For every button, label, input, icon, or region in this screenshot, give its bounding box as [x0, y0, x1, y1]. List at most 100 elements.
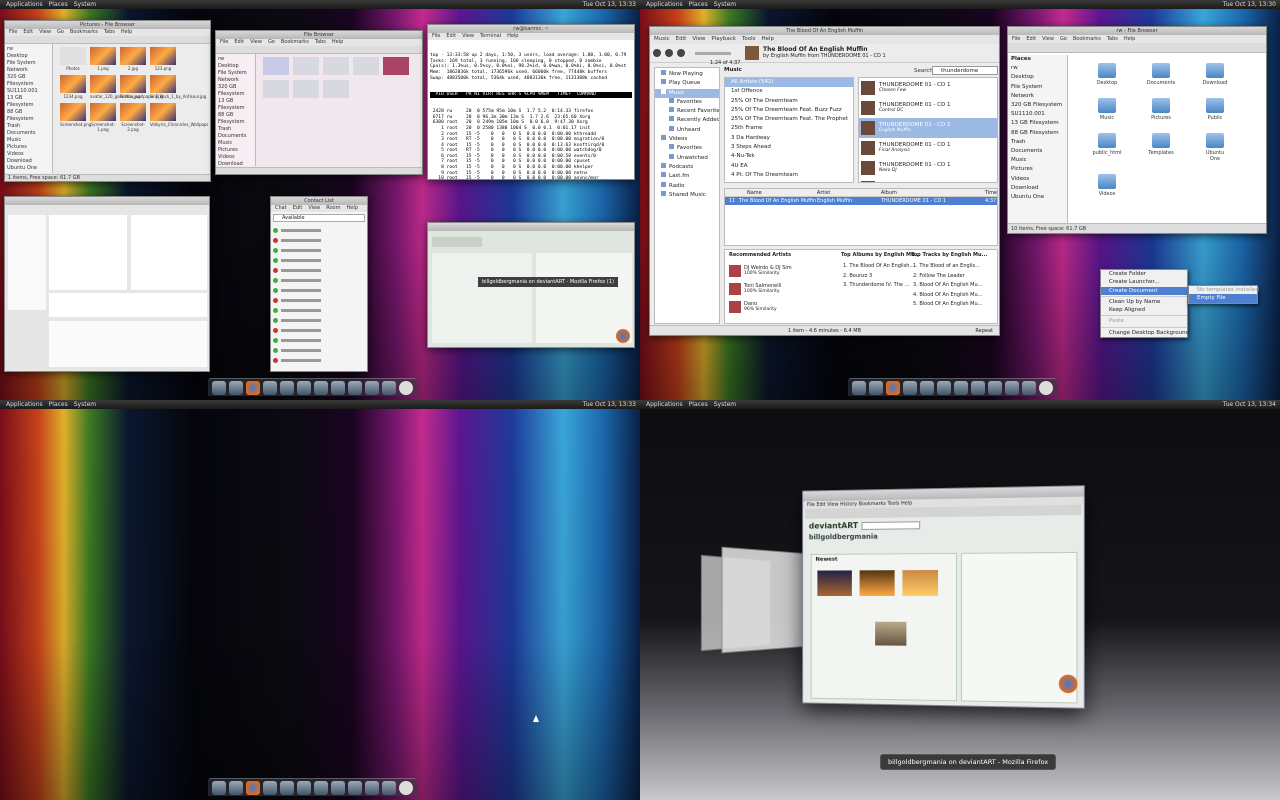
- panel-clock[interactable]: Tue Oct 13, 13:33: [583, 401, 636, 408]
- picture-file[interactable]: Screenshot-2.png: [120, 103, 146, 132]
- dock-app-icon[interactable]: [280, 380, 294, 395]
- dock-app-icon[interactable]: [382, 780, 396, 795]
- picture-file[interactable]: 1234.png: [60, 75, 86, 99]
- top-track-item[interactable]: 3. Blood Of An English Mu...: [913, 281, 982, 291]
- system-menu[interactable]: System: [74, 1, 96, 8]
- rhythmbox-window-thumb[interactable]: [4, 196, 210, 372]
- artist-item[interactable]: 4 Pt. Of The Dreemteam: [725, 171, 853, 180]
- dock-app-icon[interactable]: [365, 780, 379, 795]
- picture-file[interactable]: 1.png: [90, 47, 116, 71]
- deviation-thumb[interactable]: [859, 570, 895, 597]
- dock-app-icon[interactable]: [1005, 380, 1019, 395]
- firefox-icon[interactable]: [246, 780, 260, 795]
- applications-menu[interactable]: Applications: [6, 1, 43, 8]
- menu-item[interactable]: View: [692, 35, 705, 44]
- contact-row[interactable]: [273, 306, 365, 315]
- place-item[interactable]: SU1110.001: [1011, 110, 1067, 119]
- system-menu[interactable]: System: [714, 401, 736, 408]
- file-browser-window[interactable]: File Browser File Edit View Go Bookmarks Tabs…: [215, 30, 423, 175]
- menu-item[interactable]: Go: [1060, 35, 1067, 43]
- place-item[interactable]: Desktop: [1011, 73, 1067, 82]
- dock-app-icon[interactable]: [297, 780, 311, 795]
- dock-app-icon[interactable]: [229, 780, 243, 795]
- contact-row[interactable]: [273, 286, 365, 295]
- source-item[interactable]: Recent Favorites: [655, 107, 719, 116]
- picture-file[interactable]: Firefox_wallpaper.png: [120, 75, 163, 99]
- artist-item[interactable]: 3 Steps Ahead: [725, 143, 853, 152]
- folder-item[interactable]: Templates: [1146, 133, 1176, 162]
- deviation-thumb[interactable]: [875, 621, 907, 646]
- place-item[interactable]: 13 GB Filesystem: [1011, 119, 1067, 128]
- folder-item[interactable]: public_html: [1092, 133, 1122, 162]
- menu-item[interactable]: View: [1042, 35, 1054, 43]
- folder-item[interactable]: Public: [1200, 98, 1230, 121]
- picture-file[interactable]: avatar_120_galactica.jpg: [90, 75, 140, 99]
- desktop-context-menu[interactable]: Create Folder Create Launcher... Create …: [1100, 269, 1189, 339]
- track-row[interactable]: 11 The Blood Of An English Muffin Englis…: [725, 197, 997, 205]
- source-item[interactable]: Unheard: [655, 125, 719, 135]
- firefox-deviantart-window[interactable]: File Edit View History Bookmarks Tools H…: [802, 485, 1085, 709]
- top-track-item[interactable]: 1. The Blood of an Englis...: [913, 262, 982, 272]
- top-album-item[interactable]: 2. Bounzz 3: [843, 272, 914, 282]
- top-track-item[interactable]: 4. Blood Of An English Mu...: [913, 291, 982, 301]
- menu-item[interactable]: File: [1012, 35, 1020, 43]
- folder-item[interactable]: Documents: [1146, 63, 1176, 86]
- place-item[interactable]: Trash: [1011, 138, 1067, 147]
- place-item[interactable]: Ubuntu One: [1011, 193, 1067, 202]
- top-track-item[interactable]: 2. Follow The Leader: [913, 272, 982, 282]
- menu-item[interactable]: Edit: [1026, 35, 1036, 43]
- source-item[interactable]: Favorites: [655, 144, 719, 153]
- empty-file-item[interactable]: Empty File: [1189, 294, 1257, 303]
- folder-item[interactable]: Pictures: [1146, 98, 1176, 121]
- menu-item[interactable]: Edit: [446, 33, 456, 40]
- contact-row[interactable]: [273, 296, 365, 305]
- change-background-item[interactable]: Change Desktop Background: [1101, 329, 1189, 337]
- source-item[interactable]: Unwatched: [655, 153, 719, 163]
- places-menu[interactable]: Places: [689, 401, 708, 408]
- folder-item[interactable]: Music: [1092, 98, 1122, 121]
- dock-app-icon[interactable]: [314, 380, 328, 395]
- picture-file[interactable]: 123.png: [150, 47, 176, 71]
- contact-row[interactable]: [273, 326, 365, 335]
- pause-icon[interactable]: [665, 49, 673, 57]
- album-item[interactable]: THUNDERDOME 01 - CD 1 Neko DJ: [859, 158, 997, 178]
- album-item[interactable]: THUNDERDOME 01 - CD 1 English Muffin: [859, 118, 997, 138]
- source-item[interactable]: Podcasts: [655, 162, 719, 172]
- track-list[interactable]: Name Artist Album Time 11 The Blood Of A…: [724, 188, 998, 246]
- place-item[interactable]: Pictures: [1011, 165, 1067, 174]
- dock-app-icon[interactable]: [348, 780, 362, 795]
- places-menu[interactable]: Places: [689, 1, 708, 8]
- top-album-item[interactable]: 1. The Blood Of An English...: [843, 262, 914, 272]
- prev-icon[interactable]: [653, 49, 661, 57]
- paste-item[interactable]: Paste: [1101, 317, 1187, 325]
- recommended-artist[interactable]: Toni Salmonelli 100% Similarity: [729, 280, 827, 298]
- deviation-thumb[interactable]: [902, 570, 939, 597]
- contact-row[interactable]: [273, 256, 365, 265]
- picture-file[interactable]: Valkyria_Chronicles_Wallpaper_by...: [150, 103, 208, 132]
- clock-icon[interactable]: [399, 380, 413, 395]
- dock-app-icon[interactable]: [382, 380, 396, 395]
- dock-app-icon[interactable]: [212, 380, 226, 395]
- picture-file[interactable]: GnT_Pack_1_by_Antisoul.jpg: [150, 75, 206, 99]
- applications-menu[interactable]: Applications: [646, 1, 683, 8]
- artist-item[interactable]: 25% Of The Dreemteam Feat. Buzz Fuzz: [725, 106, 853, 115]
- system-menu[interactable]: System: [714, 1, 736, 8]
- picture-file[interactable]: Photos: [60, 47, 86, 71]
- source-item[interactable]: Radio: [655, 181, 719, 191]
- top-album-item[interactable]: 3. Thunderdome IV: The ...: [843, 281, 914, 291]
- contact-row[interactable]: [273, 346, 365, 355]
- create-launcher-item[interactable]: Create Launcher...: [1101, 278, 1187, 286]
- contact-row[interactable]: [273, 336, 365, 345]
- panel-clock[interactable]: Tue Oct 13, 13:33: [583, 1, 636, 8]
- artist-item[interactable]: 3 Da Hardway: [725, 134, 853, 143]
- clock-icon[interactable]: [1039, 380, 1053, 395]
- menu-item[interactable]: Bookmarks: [1073, 35, 1101, 43]
- place-item[interactable]: Music: [1011, 156, 1067, 165]
- source-item[interactable]: Last.fm: [655, 172, 719, 181]
- menu-item[interactable]: View: [462, 33, 474, 40]
- dock-app-icon[interactable]: [903, 380, 917, 395]
- album-item[interactable]: THUNDERDOME 01 - CD 1 Final Analysis: [859, 138, 997, 158]
- artist-item[interactable]: 25% Of The Dreemteam: [725, 97, 853, 106]
- dock-app-icon[interactable]: [348, 380, 362, 395]
- menu-item[interactable]: Playback: [711, 35, 736, 44]
